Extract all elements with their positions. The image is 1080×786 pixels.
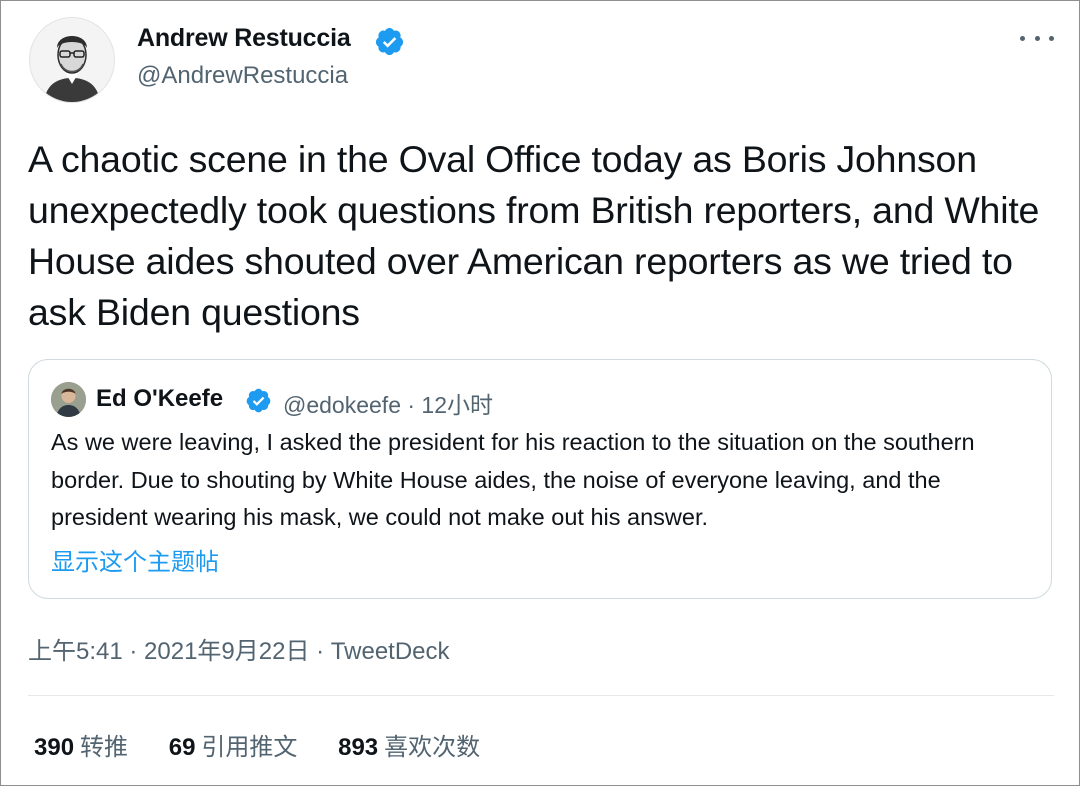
tweet-timestamp-source[interactable]: 上午5:41 · 2021年9月22日 · TweetDeck xyxy=(28,631,450,666)
quoted-author-name[interactable]: Ed O'Keefe xyxy=(96,385,223,413)
retweets-count: 390 xyxy=(34,734,75,761)
likes-label: 喜欢次数 xyxy=(384,734,481,761)
quoted-handle-time[interactable]: @edokeefe · 12小时 xyxy=(283,386,493,420)
quoted-tweet[interactable]: Ed O'Keefe @edokeefe · 12小时 As we were l… xyxy=(28,359,1052,599)
author-handle[interactable]: @AndrewRestuccia xyxy=(137,62,348,90)
verified-badge-icon xyxy=(246,388,271,413)
retweets-stat[interactable]: 390 转推 xyxy=(34,727,128,762)
more-icon[interactable] xyxy=(1020,26,1054,50)
tweet-text: A chaotic scene in the Oval Office today… xyxy=(28,138,1040,333)
quoted-author-avatar[interactable] xyxy=(51,382,86,417)
verified-badge-icon xyxy=(375,27,404,56)
tweet-stats: 390 转推 69 引用推文 893 喜欢次数 xyxy=(34,727,514,762)
more-dot xyxy=(1020,35,1025,41)
more-dot xyxy=(1034,35,1040,41)
likes-count: 893 xyxy=(338,734,379,761)
quotes-stat[interactable]: 69 引用推文 xyxy=(169,727,298,762)
more-dot xyxy=(1049,35,1054,41)
show-thread-link[interactable]: 显示这个主题帖 xyxy=(51,542,219,577)
author-avatar[interactable] xyxy=(29,17,115,103)
quotes-count: 69 xyxy=(168,734,196,761)
likes-stat[interactable]: 893 喜欢次数 xyxy=(338,727,480,762)
retweets-label: 转推 xyxy=(80,734,129,761)
quoted-tweet-text: As we were leaving, I asked the presiden… xyxy=(51,429,975,530)
quotes-label: 引用推文 xyxy=(201,734,298,761)
divider xyxy=(28,695,1054,696)
author-name[interactable]: Andrew Restuccia xyxy=(137,24,351,53)
